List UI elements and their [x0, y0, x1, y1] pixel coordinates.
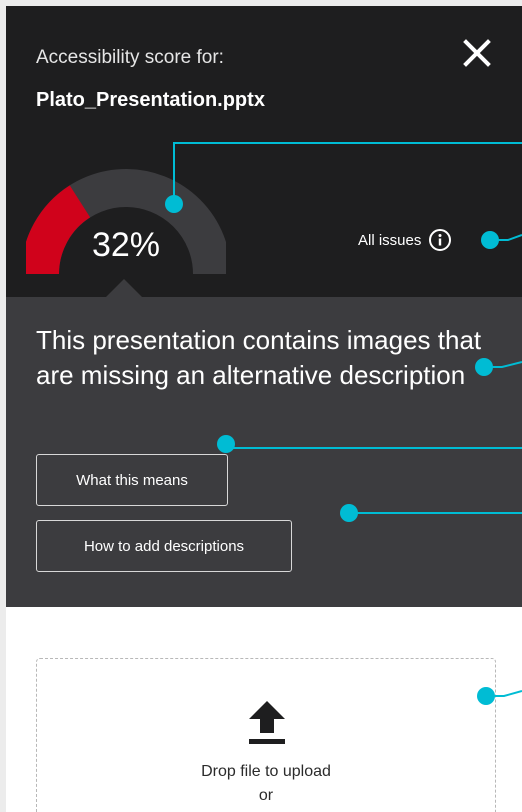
score-header: Accessibility score for: Plato_Presentat…: [6, 6, 522, 297]
how-to-add-descriptions-button[interactable]: How to add descriptions: [36, 520, 292, 572]
score-label: Accessibility score for:: [36, 47, 224, 68]
all-issues-link[interactable]: All issues: [358, 228, 452, 252]
all-issues-label: All issues: [358, 231, 422, 249]
close-button[interactable]: [460, 36, 494, 70]
file-drop-zone[interactable]: Drop file to upload or: [36, 658, 496, 812]
upload-icon: [249, 701, 285, 744]
score-value: 32%: [91, 226, 161, 264]
what-this-means-button[interactable]: What this means: [36, 454, 228, 506]
issue-message: This presentation contains images that a…: [36, 325, 482, 390]
drop-file-label: Drop file to upload: [201, 763, 331, 780]
issue-section: This presentation contains images that a…: [6, 297, 522, 607]
file-name: Plato_Presentation.pptx: [36, 89, 265, 111]
close-icon: [463, 39, 491, 67]
score-pointer: [106, 279, 142, 297]
or-label: or: [258, 787, 274, 804]
accessibility-panel: Accessibility score for: Plato_Presentat…: [6, 6, 522, 812]
info-icon: [429, 229, 452, 251]
